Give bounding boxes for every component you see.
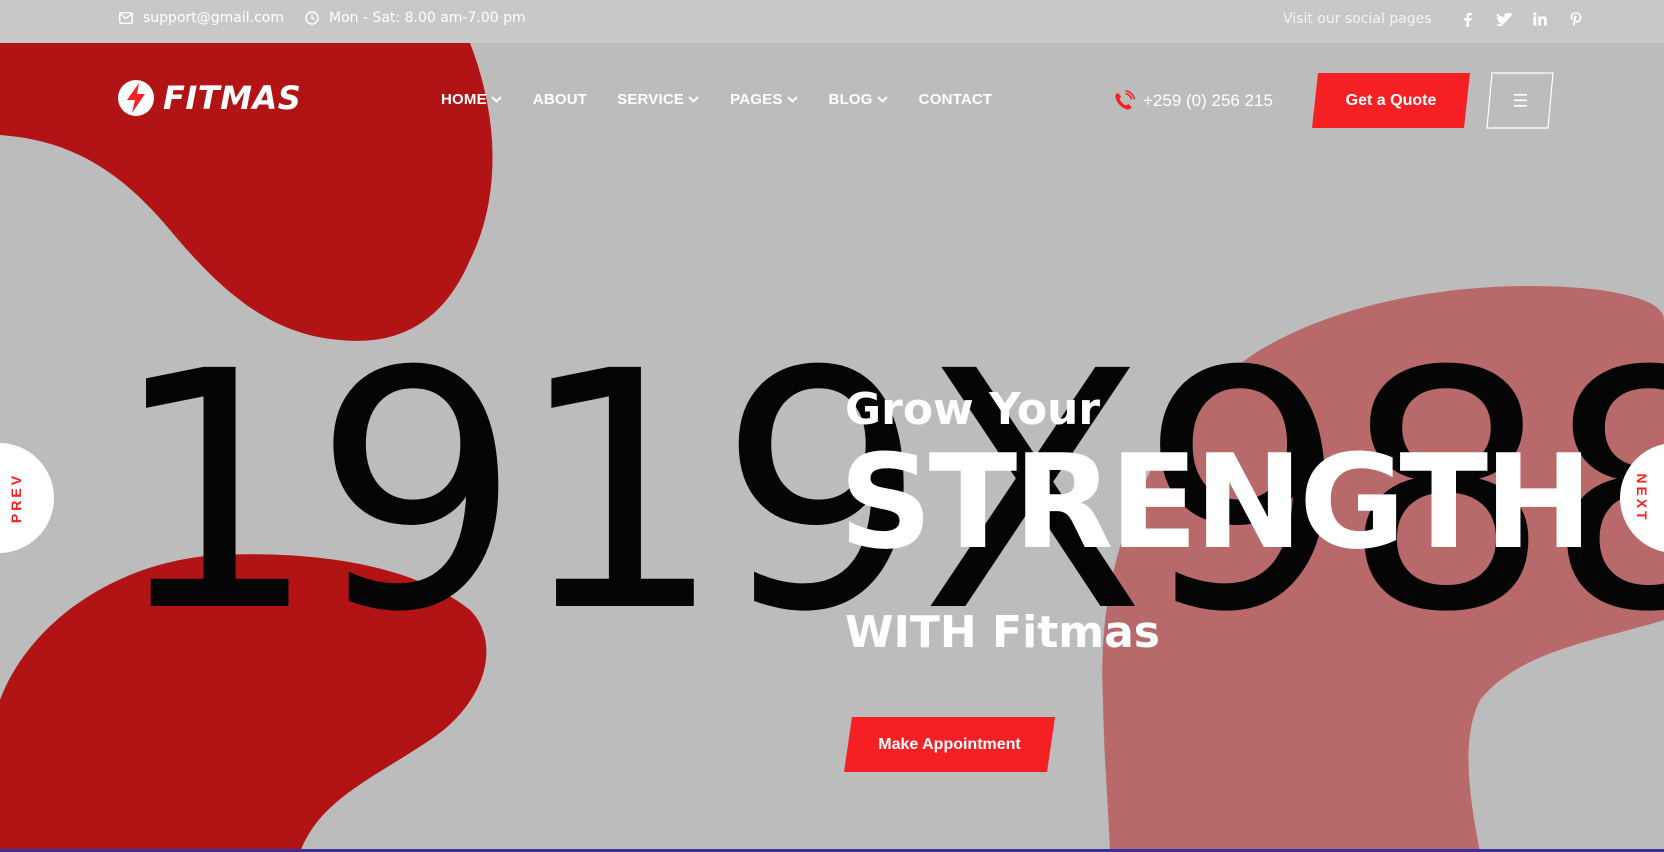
social-links: Visit our social pages: [1283, 10, 1585, 28]
phone-ringing-icon: [1115, 90, 1135, 110]
site-logo[interactable]: FITMAS: [117, 79, 301, 117]
hero-line-2: STRENGTH: [839, 426, 1593, 578]
nav-item-pages[interactable]: PAGES: [730, 91, 798, 108]
get-quote-button[interactable]: Get a Quote: [1312, 73, 1470, 128]
nav-label: SERVICE: [617, 91, 685, 108]
nav-item-service[interactable]: SERVICE: [617, 91, 700, 108]
linkedin-icon[interactable]: [1531, 10, 1549, 28]
nav-label: PAGES: [730, 91, 783, 108]
topbar-hours: Mon - Sat: 8.00 am-7.00 pm: [304, 10, 526, 26]
nav-item-contact[interactable]: CONTACT: [919, 91, 993, 108]
make-appointment-button[interactable]: Make Appointment: [844, 717, 1055, 772]
nav-label: CONTACT: [918, 91, 993, 108]
topbar-email[interactable]: support@gmail.com: [118, 10, 284, 26]
nav-label: ABOUT: [532, 91, 588, 108]
nav-label: HOME: [441, 91, 487, 108]
chevron-down-icon: [687, 93, 700, 106]
chevron-down-icon: [490, 93, 503, 106]
hero-line-3: WITH Fitmas: [845, 607, 1160, 658]
main-header: FITMAS HOME ABOUT SERVICE PAGES BLOG CON…: [0, 43, 1664, 159]
clock-icon: [304, 10, 320, 26]
nav-item-home[interactable]: HOME: [441, 91, 503, 108]
social-label: Visit our social pages: [1283, 11, 1432, 27]
lightning-logo-icon: [118, 80, 154, 116]
facebook-icon[interactable]: [1459, 10, 1477, 28]
phone-text: +259 (0) 256 215: [1143, 91, 1273, 110]
topbar-hours-text: Mon - Sat: 8.00 am-7.00 pm: [329, 10, 526, 26]
next-label: NEXT: [1634, 473, 1650, 523]
nav-item-about[interactable]: ABOUT: [533, 91, 587, 108]
nav-label: BLOG: [828, 91, 873, 108]
twitter-icon[interactable]: [1495, 10, 1513, 28]
nav-item-blog[interactable]: BLOG: [829, 91, 889, 108]
main-nav: HOME ABOUT SERVICE PAGES BLOG CONTACT: [441, 91, 1022, 108]
top-info-bar: support@gmail.com Mon - Sat: 8.00 am-7.0…: [0, 0, 1664, 43]
envelope-icon: [118, 10, 134, 26]
logo-text: FITMAS: [163, 79, 302, 117]
hamburger-icon: [1514, 94, 1527, 107]
hamburger-menu-button[interactable]: [1486, 72, 1554, 129]
chevron-down-icon: [876, 93, 889, 106]
pinterest-icon[interactable]: [1567, 10, 1585, 28]
topbar-email-text: support@gmail.com: [143, 10, 284, 26]
phone-number[interactable]: +259 (0) 256 215: [1113, 90, 1273, 112]
prev-label: PREV: [8, 472, 24, 524]
chevron-down-icon: [786, 93, 799, 106]
